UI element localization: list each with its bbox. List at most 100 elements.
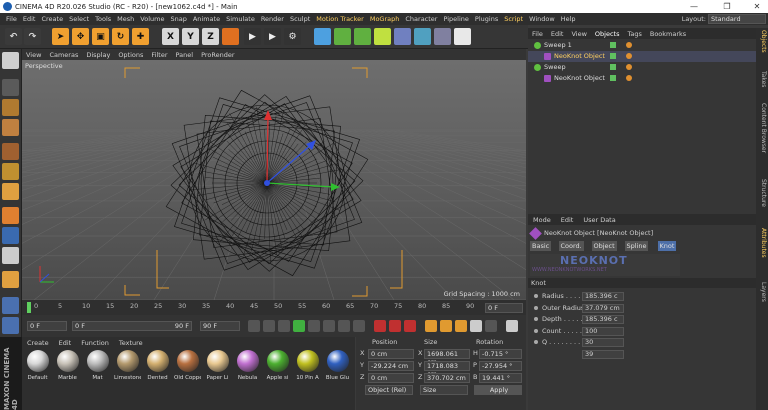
material-swatch[interactable]: Marble <box>54 350 81 390</box>
key-position-icon[interactable] <box>425 320 437 332</box>
param-animate-dot-icon[interactable] <box>534 340 538 344</box>
menu-item-tools[interactable]: Tools <box>92 15 114 23</box>
scale-tool-icon[interactable]: ▣ <box>92 28 109 45</box>
object-row[interactable]: Sweep <box>528 62 756 73</box>
prev-key-icon[interactable] <box>263 320 275 332</box>
minimize-button[interactable]: — <box>683 0 705 13</box>
viewport-menu-filter[interactable]: Filter <box>147 51 171 59</box>
key-rotation-icon[interactable] <box>455 320 467 332</box>
render-view-icon[interactable]: ▶ <box>244 28 261 45</box>
object-menu-edit[interactable]: Edit <box>547 30 568 38</box>
polygons-mode-icon[interactable] <box>2 183 19 200</box>
key-scale-icon[interactable] <box>440 320 452 332</box>
loop-icon[interactable] <box>353 320 365 332</box>
phong-tag-icon[interactable] <box>626 42 632 48</box>
param-animate-dot-icon[interactable] <box>534 294 538 298</box>
timeline-ruler[interactable]: 0 5 10 15 20 25 30 35 40 45 50 55 60 65 70 75 80 85 90 0 F <box>22 300 526 315</box>
edges-mode-icon[interactable] <box>2 163 19 180</box>
menu-item-edit[interactable]: Edit <box>20 15 39 23</box>
apply-button[interactable]: Apply <box>474 385 522 395</box>
size-field[interactable]: 1718.083 cm <box>424 361 470 378</box>
solo-icon[interactable] <box>2 317 19 334</box>
attribute-tab-coord[interactable]: Coord. <box>558 241 584 251</box>
rotation-field[interactable]: 19.441 ° <box>479 373 522 383</box>
autokey-icon[interactable] <box>389 320 401 332</box>
workplane-icon[interactable] <box>2 119 19 136</box>
subdivision-icon[interactable] <box>354 28 371 45</box>
menu-item-character[interactable]: Character <box>402 15 440 23</box>
object-menu-bookmarks[interactable]: Bookmarks <box>646 30 690 38</box>
visibility-check-icon[interactable] <box>610 42 616 48</box>
menu-item-sculpt[interactable]: Sculpt <box>287 15 313 23</box>
render-settings-icon[interactable]: ⚙ <box>284 28 301 45</box>
menu-item-motion-tracker[interactable]: Motion Tracker <box>313 15 367 23</box>
select-tool-icon[interactable]: ➤ <box>52 28 69 45</box>
position-field[interactable]: -29.224 cm <box>368 361 414 371</box>
object-menu-file[interactable]: File <box>528 30 547 38</box>
material-menu-create[interactable]: Create <box>22 339 54 347</box>
recent-tool-icon[interactable]: ✚ <box>132 28 149 45</box>
end-frame-field[interactable]: 90 F <box>200 321 240 331</box>
viewport-menu-display[interactable]: Display <box>82 51 114 59</box>
rotation-field[interactable]: -0.715 ° <box>479 349 522 359</box>
attribute-menu-edit[interactable]: Edit <box>556 216 579 224</box>
material-swatch[interactable]: Nebula <box>234 350 261 390</box>
material-swatch[interactable]: Mat <box>84 350 111 390</box>
attribute-tab-basic[interactable]: Basic <box>530 241 552 251</box>
material-swatch[interactable]: Limestone <box>114 350 141 390</box>
key-pla-icon[interactable] <box>485 320 497 332</box>
dock-tab-content-browser[interactable]: Content Browser <box>757 103 767 153</box>
menu-item-help[interactable]: Help <box>558 15 579 23</box>
magnet-icon[interactable] <box>2 271 19 288</box>
next-key-icon[interactable] <box>323 320 335 332</box>
make-editable-icon[interactable] <box>2 52 19 69</box>
close-button[interactable]: ✕ <box>746 0 768 13</box>
prev-frame-icon[interactable] <box>278 320 290 332</box>
size-field[interactable]: 1698.061 cm <box>424 349 470 366</box>
viewport-menu-view[interactable]: View <box>22 51 45 59</box>
restore-button[interactable]: ❐ <box>716 0 738 13</box>
phong-tag-icon[interactable] <box>626 75 632 81</box>
timeline-window-icon[interactable] <box>506 320 518 332</box>
lock-workplane-icon[interactable] <box>2 297 19 314</box>
menu-item-window[interactable]: Window <box>526 15 558 23</box>
key-parameter-icon[interactable] <box>470 320 482 332</box>
material-swatch[interactable]: Paper Li <box>204 350 231 390</box>
dock-tab-structure[interactable]: Structure <box>757 179 767 207</box>
size-field[interactable]: 370.702 cm <box>424 373 470 383</box>
visibility-check-icon[interactable] <box>610 64 616 70</box>
z-axis-lock[interactable]: Z <box>202 28 219 45</box>
dock-tab-layers[interactable]: Layers <box>757 282 767 302</box>
param-animate-dot-icon[interactable] <box>534 328 538 333</box>
record-active-icon[interactable] <box>374 320 386 332</box>
material-swatch[interactable]: 10 Pin A <box>294 350 321 390</box>
material-swatch[interactable]: Dented <box>144 350 171 390</box>
menu-item-mesh[interactable]: Mesh <box>114 15 137 23</box>
pen-spline-icon[interactable] <box>334 28 351 45</box>
rotate-tool-icon[interactable]: ↻ <box>112 28 129 45</box>
y-axis-lock[interactable]: Y <box>182 28 199 45</box>
menu-item-mograph[interactable]: MoGraph <box>367 15 403 23</box>
preview-range-slider[interactable]: 0 F 90 F <box>72 321 192 331</box>
viewport-menu-prorender[interactable]: ProRender <box>197 51 238 59</box>
texture-mode-icon[interactable] <box>2 99 19 116</box>
attribute-tab-knot[interactable]: Knot <box>657 241 677 251</box>
axis-mode-icon[interactable] <box>2 207 19 224</box>
goto-start-icon[interactable] <box>248 320 260 332</box>
material-swatch[interactable]: Default <box>24 350 51 390</box>
points-mode-icon[interactable] <box>2 143 19 160</box>
move-tool-icon[interactable]: ✥ <box>72 28 89 45</box>
menu-item-volume[interactable]: Volume <box>137 15 167 23</box>
floor-icon[interactable] <box>414 28 431 45</box>
timeline-playhead[interactable] <box>27 302 31 313</box>
next-frame-icon[interactable] <box>308 320 320 332</box>
dock-tab-attributes[interactable]: Attributes <box>757 228 767 258</box>
layout-select[interactable]: Standard <box>708 14 766 24</box>
model-mode-icon[interactable] <box>2 79 19 96</box>
object-row[interactable]: NeoKnot Object <box>528 51 756 62</box>
phong-tag-icon[interactable] <box>626 53 632 59</box>
visibility-check-icon[interactable] <box>610 53 616 59</box>
redo-icon[interactable]: ↷ <box>24 28 41 45</box>
coordinate-system-icon[interactable] <box>222 28 239 45</box>
attribute-menu-user-data[interactable]: User Data <box>578 216 620 224</box>
